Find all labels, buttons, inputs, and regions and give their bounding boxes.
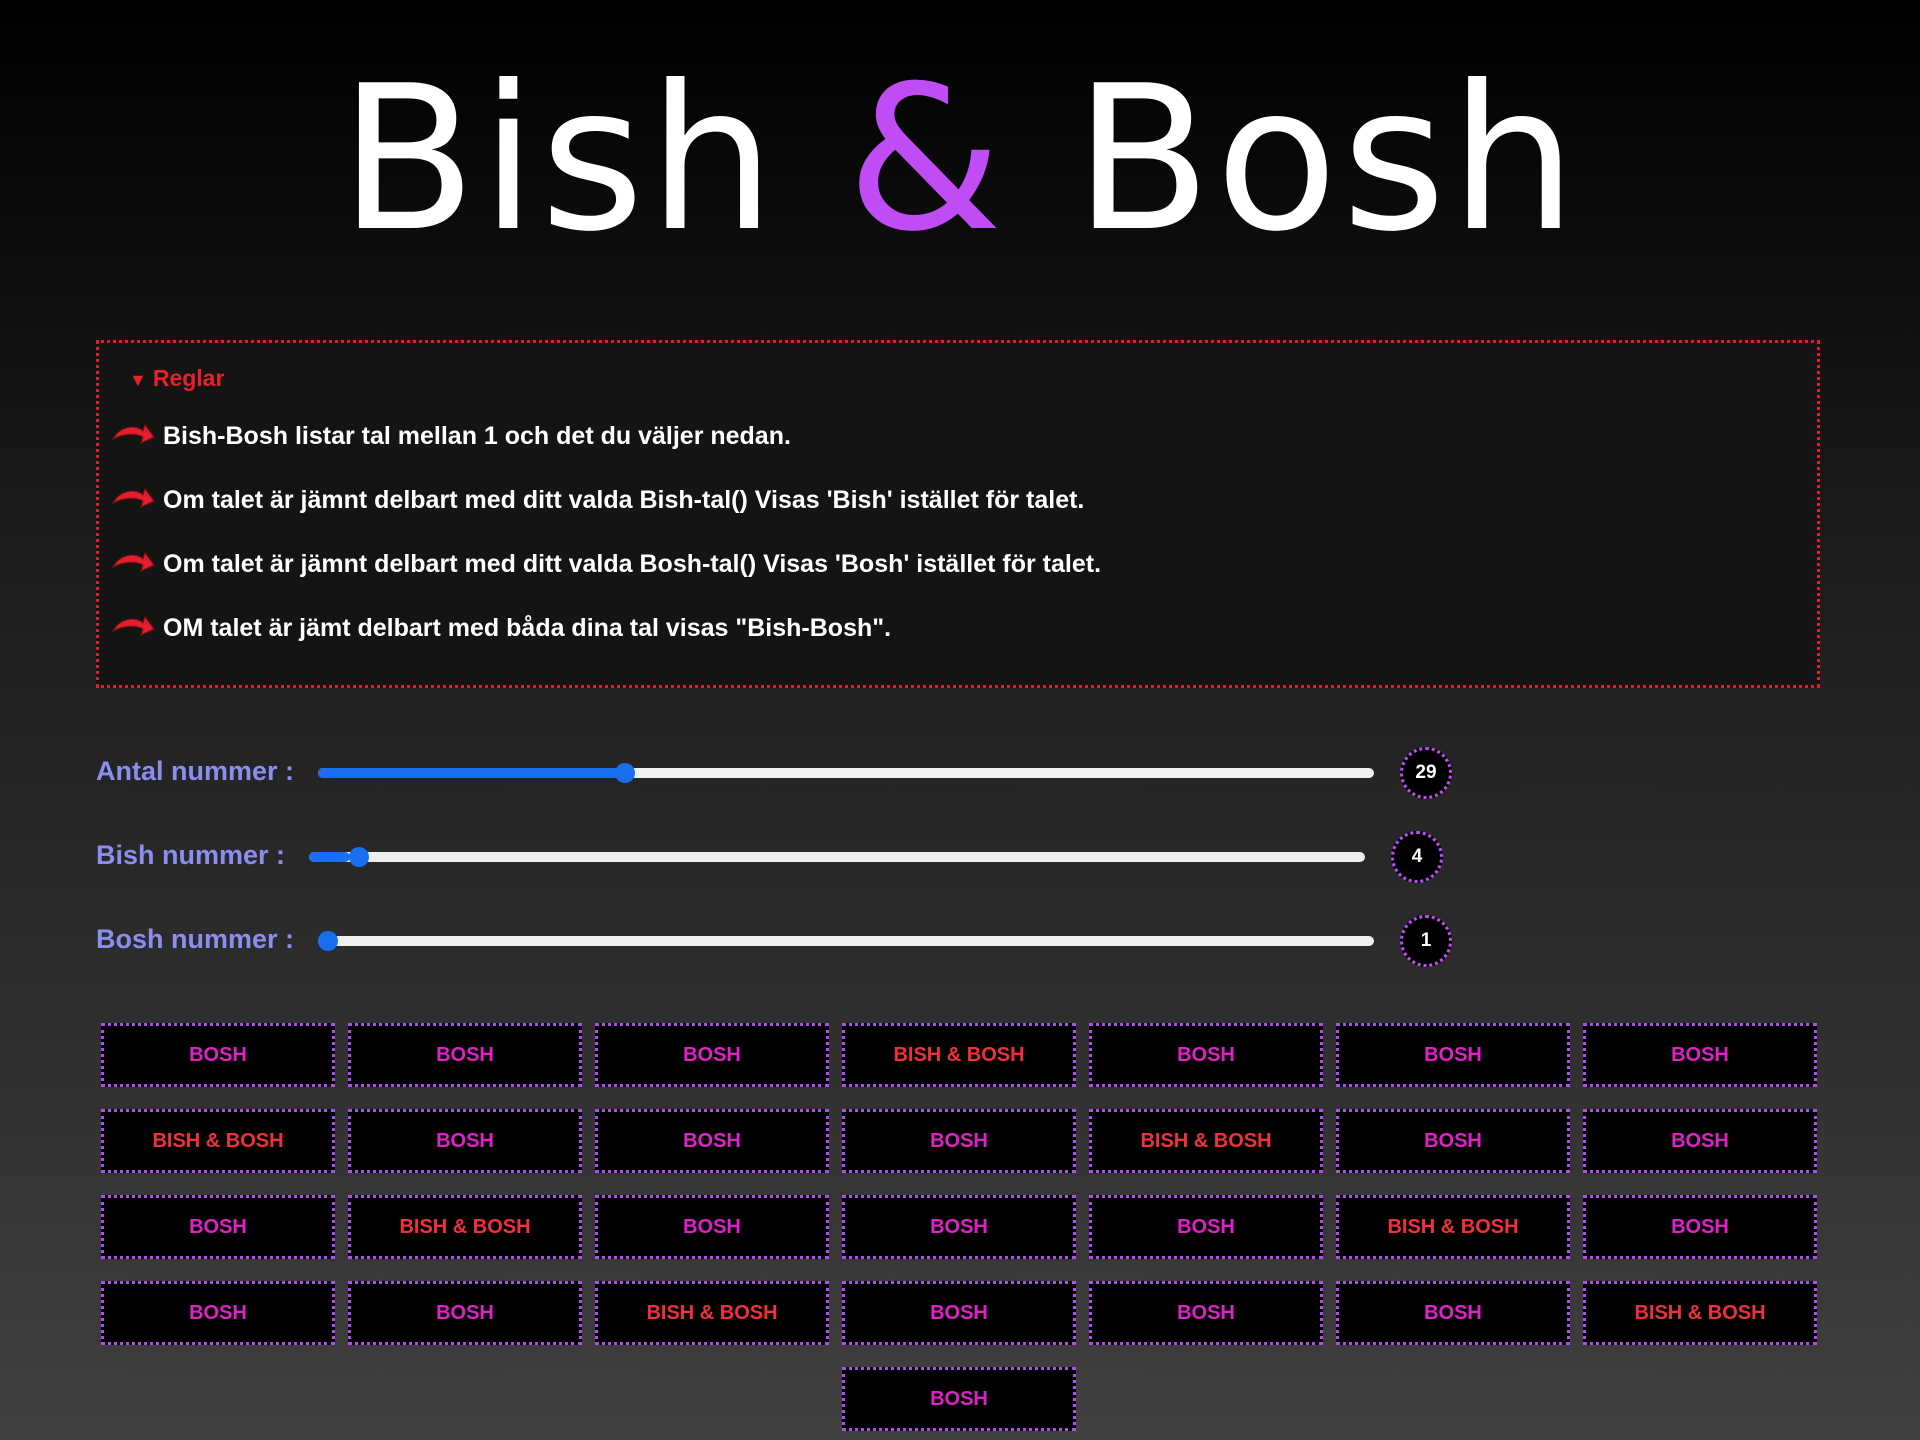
result-cell: BISH & BOSH bbox=[1583, 1281, 1817, 1345]
rule-text: OM talet är jämt delbart med båda dina t… bbox=[163, 613, 892, 642]
rule-text: Om talet är jämnt delbart med ditt valda… bbox=[163, 549, 1102, 578]
result-cell: BISH & BOSH bbox=[595, 1281, 829, 1345]
rules-panel: ▼ Reglar Bish-Bosh listar tal mellan 1 oc… bbox=[96, 340, 1820, 688]
result-cell: BOSH bbox=[595, 1109, 829, 1173]
rule-text: Om talet är jämnt delbart med ditt valda… bbox=[163, 485, 1085, 514]
slider-antal-value: 29 bbox=[1400, 747, 1452, 799]
rules-toggle[interactable]: ▼ Reglar bbox=[129, 365, 224, 392]
result-cell: BOSH bbox=[348, 1281, 582, 1345]
result-cell: BOSH bbox=[101, 1281, 335, 1345]
result-cell: BOSH bbox=[595, 1023, 829, 1087]
slider-antal-row: Antal nummer : 29 bbox=[96, 744, 1496, 800]
result-cell: BOSH bbox=[1583, 1023, 1817, 1087]
result-cell: BOSH bbox=[1583, 1109, 1817, 1173]
slider-bish[interactable] bbox=[309, 847, 1365, 867]
rule-item: Om talet är jämnt delbart med ditt valda… bbox=[111, 549, 1101, 579]
result-cell: BOSH bbox=[1089, 1195, 1323, 1259]
result-cell: BOSH bbox=[842, 1109, 1076, 1173]
result-cell: BISH & BOSH bbox=[1089, 1109, 1323, 1173]
rule-item: OM talet är jämt delbart med båda dina t… bbox=[111, 613, 891, 643]
result-cell: BOSH bbox=[1583, 1195, 1817, 1259]
result-cell: BOSH bbox=[842, 1195, 1076, 1259]
result-cell: BOSH bbox=[1336, 1281, 1570, 1345]
result-cell: BISH & BOSH bbox=[348, 1195, 582, 1259]
result-cell: BOSH bbox=[842, 1281, 1076, 1345]
slider-antal-thumb[interactable] bbox=[615, 763, 636, 783]
slider-bish-row: Bish nummer : 4 bbox=[96, 828, 1496, 884]
red-arrow-icon bbox=[111, 487, 155, 508]
result-cell: BOSH bbox=[101, 1195, 335, 1259]
title-bosh: Bosh bbox=[1074, 43, 1581, 276]
rule-item: Bish-Bosh listar tal mellan 1 och det du… bbox=[111, 421, 791, 451]
result-cell: BOSH bbox=[842, 1367, 1076, 1431]
triangle-down-icon: ▼ bbox=[129, 370, 147, 390]
rule-item: Om talet är jämnt delbart med ditt valda… bbox=[111, 485, 1084, 515]
slider-bosh[interactable] bbox=[318, 931, 1374, 951]
red-arrow-icon bbox=[111, 423, 155, 444]
red-arrow-icon bbox=[111, 615, 155, 636]
result-cell: BISH & BOSH bbox=[842, 1023, 1076, 1087]
slider-bosh-row: Bosh nummer : 1 bbox=[96, 912, 1496, 968]
result-cell: BOSH bbox=[595, 1195, 829, 1259]
result-cell: BOSH bbox=[1089, 1023, 1323, 1087]
result-cell: BOSH bbox=[1089, 1281, 1323, 1345]
title-ampersand: & bbox=[846, 43, 1007, 276]
title-bish: Bish bbox=[339, 43, 780, 276]
slider-antal-fill bbox=[318, 768, 622, 778]
result-cell: BOSH bbox=[348, 1109, 582, 1173]
rule-text: Bish-Bosh listar tal mellan 1 och det du… bbox=[163, 421, 791, 450]
result-cell: BOSH bbox=[1336, 1109, 1570, 1173]
result-cell: BISH & BOSH bbox=[101, 1109, 335, 1173]
result-cell: BOSH bbox=[1336, 1023, 1570, 1087]
slider-bish-label: Bish nummer : bbox=[96, 840, 286, 870]
rules-summary-label: Reglar bbox=[152, 365, 225, 391]
slider-bish-value: 4 bbox=[1391, 831, 1443, 883]
slider-bish-thumb[interactable] bbox=[349, 847, 370, 867]
slider-bosh-label: Bosh nummer : bbox=[96, 924, 295, 954]
slider-antal[interactable] bbox=[318, 763, 1374, 783]
slider-bosh-thumb[interactable] bbox=[318, 931, 338, 951]
red-arrow-icon bbox=[111, 551, 155, 572]
result-cell: BOSH bbox=[348, 1023, 582, 1087]
slider-bosh-value: 1 bbox=[1400, 915, 1452, 967]
app-title: Bish & Bosh bbox=[0, 40, 1920, 280]
slider-antal-label: Antal nummer : bbox=[96, 756, 295, 786]
slider-bish-fill bbox=[309, 852, 351, 862]
result-cell: BOSH bbox=[101, 1023, 335, 1087]
result-cell: BISH & BOSH bbox=[1336, 1195, 1570, 1259]
